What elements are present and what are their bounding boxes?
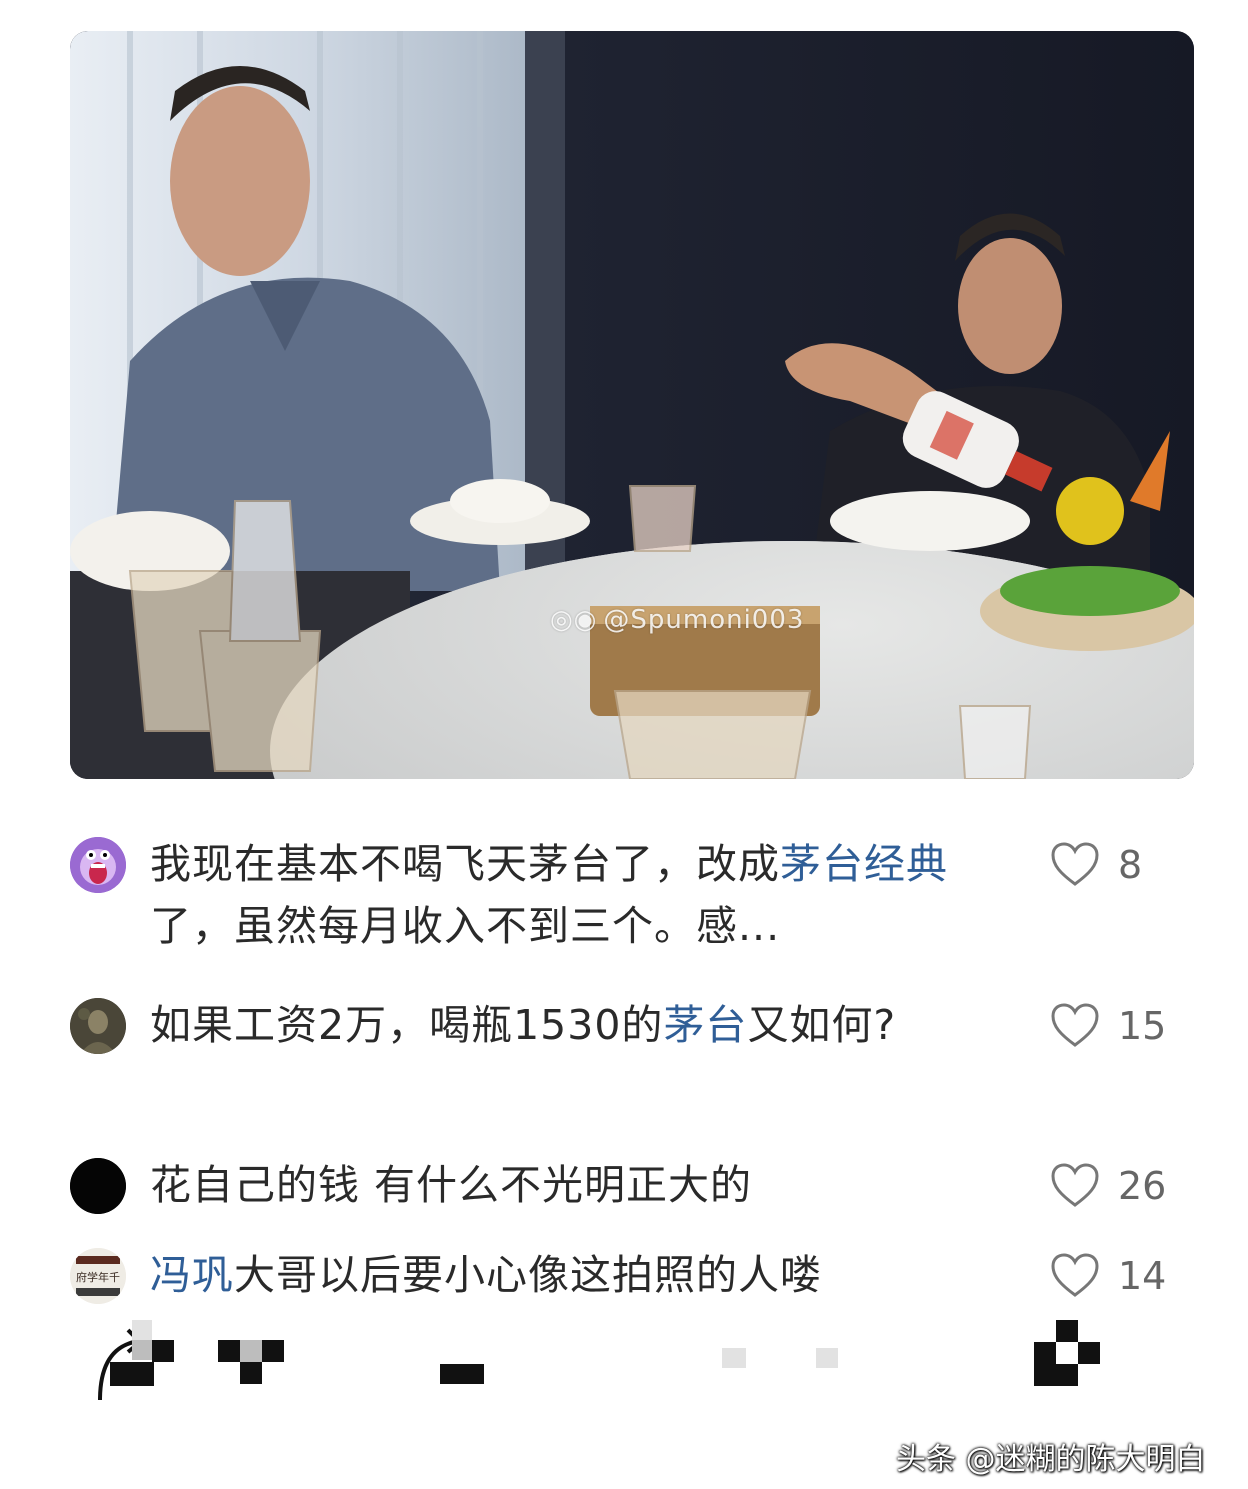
- comment-icon[interactable]: [218, 1320, 288, 1410]
- comment-text-part: 如果工资2万，喝瓶1530的: [150, 1001, 664, 1049]
- comment-text-part: 花自己的钱 有什么不光明正大的: [150, 1161, 753, 1209]
- comment-avatar[interactable]: 府学年千: [70, 1248, 126, 1304]
- like-count: 8: [1118, 843, 1143, 887]
- comment-avatar[interactable]: [70, 1158, 126, 1214]
- like-button[interactable]: 26: [1050, 1160, 1210, 1212]
- source-credit: 头条 @迷糊的陈大明白: [896, 1442, 1206, 1477]
- comment-text-part: 了，虽然每月收入不到三个。感...: [150, 902, 781, 950]
- comment-text-part: 大哥以后要小心像这拍照的人喽: [234, 1251, 822, 1299]
- heart-icon: [1051, 1163, 1099, 1207]
- comment-link-keyword[interactable]: 茅台经典: [780, 840, 948, 888]
- post-photo[interactable]: ◎◉ @Spumoni003: [70, 31, 1194, 779]
- like-count: 15: [1118, 1004, 1167, 1048]
- comment-text-part: 我现在基本不喝飞天茅台了，改成: [150, 840, 780, 888]
- watermark-text: @Spumoni003: [603, 605, 805, 635]
- more-icon[interactable]: [722, 1320, 872, 1410]
- comment-text: 花自己的钱 有什么不光明正大的: [150, 1154, 1000, 1216]
- comment-text: 我现在基本不喝飞天茅台了，改成茅台经典了，虽然每月收入不到三个。感...: [150, 833, 1000, 957]
- comment-avatar[interactable]: [70, 837, 126, 893]
- heart-icon: [1051, 1253, 1099, 1297]
- purple-cartoon-avatar-icon: [70, 837, 126, 893]
- dinner-photo: [70, 31, 1194, 779]
- weibo-logo-icon: ◎◉: [550, 605, 598, 635]
- comment-text: 如果工资2万，喝瓶1530的茅台又如何?: [150, 994, 1000, 1056]
- comment-link-keyword[interactable]: 冯巩: [150, 1251, 234, 1299]
- dark-photo-avatar-icon: [70, 998, 126, 1054]
- like-button[interactable]: 8: [1050, 839, 1210, 891]
- like-count: 26: [1118, 1164, 1167, 1208]
- like-count: 14: [1118, 1254, 1167, 1298]
- comment-avatar[interactable]: [70, 998, 126, 1054]
- black-circle-avatar-icon: [70, 1158, 126, 1214]
- comment-text: 冯巩大哥以后要小心像这拍照的人喽: [150, 1244, 1000, 1306]
- bottom-toolbar: [0, 1320, 1248, 1430]
- like-post-icon[interactable]: [1034, 1320, 1114, 1410]
- photo-watermark: ◎◉ @Spumoni003: [550, 605, 804, 635]
- like-button[interactable]: 14: [1050, 1250, 1210, 1302]
- like-button[interactable]: 15: [1050, 1000, 1210, 1052]
- comment-text-part: 又如何?: [747, 1001, 897, 1049]
- avatar-calligraphy-text: 府学年千: [76, 1270, 120, 1284]
- heart-icon: [1051, 842, 1099, 886]
- favorite-icon[interactable]: [440, 1320, 490, 1410]
- heart-icon: [1051, 1003, 1099, 1047]
- calligraphy-avatar-icon: 府学年千: [70, 1248, 126, 1304]
- comment-link-keyword[interactable]: 茅台: [663, 1001, 747, 1049]
- share-icon[interactable]: [94, 1320, 184, 1410]
